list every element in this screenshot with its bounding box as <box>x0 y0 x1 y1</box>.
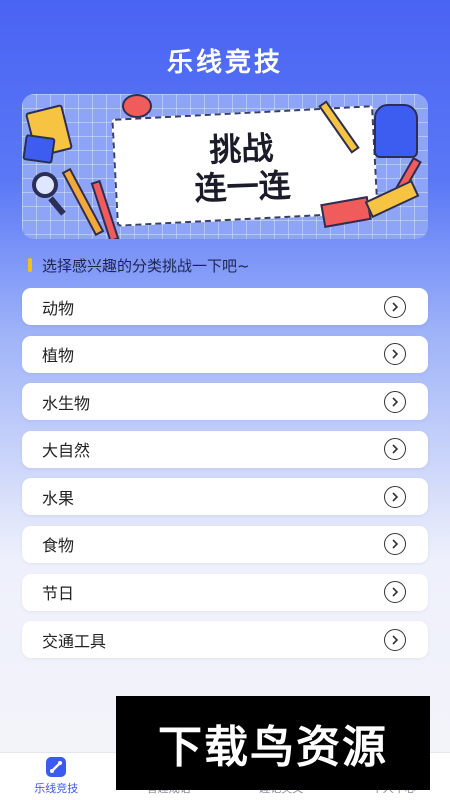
chevron-right-icon <box>384 485 406 508</box>
category-item-holidays[interactable]: 节日 <box>22 573 428 611</box>
category-list: 动物 植物 水生物 大自然 水果 食物 节日 交通工具 <box>22 288 428 669</box>
magnifier-icon <box>32 172 58 198</box>
magnifier-handle <box>48 196 66 216</box>
banner-title: 挑战 连一连 <box>141 127 344 210</box>
category-item-food[interactable]: 食物 <box>22 525 428 563</box>
category-item-fruit[interactable]: 水果 <box>22 478 428 516</box>
watermark-overlay: 下载鸟资源 <box>116 696 430 790</box>
book-icon <box>22 134 56 164</box>
category-label: 节日 <box>42 584 75 604</box>
tab-label: 乐线竞技 <box>34 782 79 795</box>
banner-line2: 连一连 <box>194 166 292 208</box>
chevron-right-icon <box>384 438 406 461</box>
category-label: 交通工具 <box>42 631 107 651</box>
category-item-animals[interactable]: 动物 <box>22 288 428 325</box>
chevron-right-icon <box>384 581 406 604</box>
category-label: 食物 <box>42 536 75 556</box>
section-accent-bar <box>28 258 32 272</box>
category-item-transport[interactable]: 交通工具 <box>22 621 428 659</box>
app-title: 乐线竞技 <box>166 48 283 78</box>
chevron-right-icon <box>384 343 406 366</box>
section-label-text: 选择感兴趣的分类挑战一下吧~ <box>42 256 250 275</box>
chevron-right-icon <box>384 390 406 413</box>
watermark-text: 下载鸟资源 <box>158 722 388 773</box>
clock-icon <box>122 94 152 118</box>
category-item-plants[interactable]: 植物 <box>22 335 428 373</box>
chevron-right-icon <box>384 628 406 651</box>
section-label: 选择感兴趣的分类挑战一下吧~ <box>28 256 250 275</box>
category-item-aquatic[interactable]: 水生物 <box>22 383 428 421</box>
category-label: 水果 <box>42 488 75 508</box>
backpack-icon <box>374 104 418 158</box>
link-icon <box>46 757 67 777</box>
challenge-banner[interactable]: 挑战 连一连 <box>22 94 428 239</box>
category-label: 动物 <box>42 298 75 318</box>
category-label: 水生物 <box>42 393 91 413</box>
category-item-nature[interactable]: 大自然 <box>22 430 428 468</box>
category-label: 植物 <box>42 346 75 366</box>
chevron-right-icon <box>384 533 406 556</box>
chevron-right-icon <box>384 295 406 318</box>
tab-link-game[interactable]: 乐线竞技 <box>0 753 113 800</box>
category-label: 大自然 <box>42 441 91 461</box>
